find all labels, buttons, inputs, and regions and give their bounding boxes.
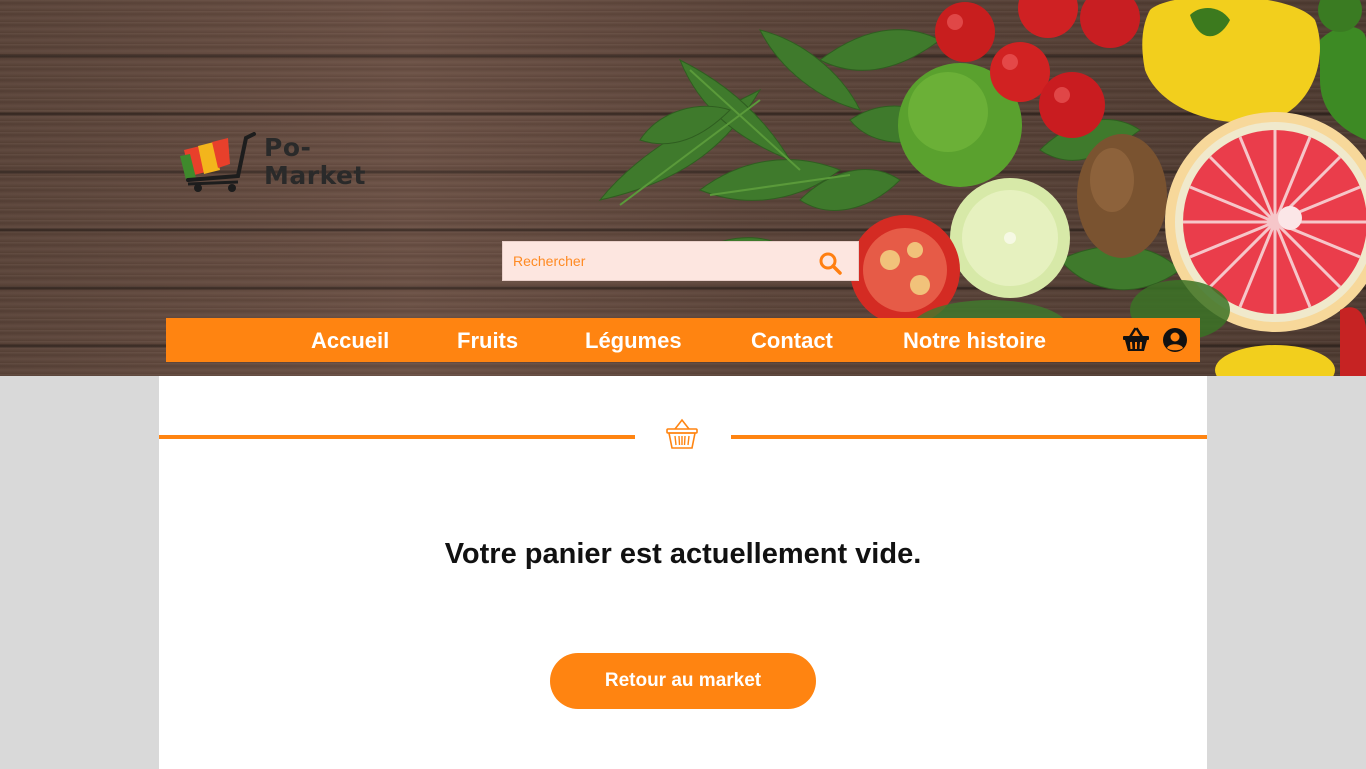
- brand-logo[interactable]: Po- Market: [180, 132, 390, 196]
- basket-icon[interactable]: [1122, 327, 1150, 353]
- search-input[interactable]: [503, 242, 803, 280]
- hero-banner: Po- Market Accueil Fruits Légumes Contac…: [0, 0, 1366, 376]
- shopping-cart-logo-icon: [180, 132, 256, 192]
- basket-icon: [666, 418, 698, 449]
- nav-item-notre-histoire[interactable]: Notre histoire: [903, 318, 1046, 362]
- brand-name-line2: Market: [264, 161, 366, 190]
- nav-item-fruits[interactable]: Fruits: [457, 318, 518, 362]
- cart-panel: Votre panier est actuellement vide. Reto…: [159, 376, 1207, 769]
- search-bar: [502, 241, 859, 281]
- main-nav: Accueil Fruits Légumes Contact Notre his…: [166, 318, 1200, 362]
- divider-left: [159, 435, 635, 439]
- nav-item-legumes[interactable]: Légumes: [585, 318, 682, 362]
- user-icon[interactable]: [1162, 327, 1188, 353]
- brand-name-line1: Po-: [264, 133, 312, 162]
- nav-item-contact[interactable]: Contact: [751, 318, 833, 362]
- brand-name: Po- Market: [264, 134, 366, 190]
- nav-item-accueil[interactable]: Accueil: [311, 318, 389, 362]
- divider-right: [731, 435, 1207, 439]
- empty-cart-message: Votre panier est actuellement vide.: [444, 538, 922, 570]
- search-icon[interactable]: [818, 251, 842, 275]
- back-to-market-button[interactable]: Retour au market: [550, 653, 816, 709]
